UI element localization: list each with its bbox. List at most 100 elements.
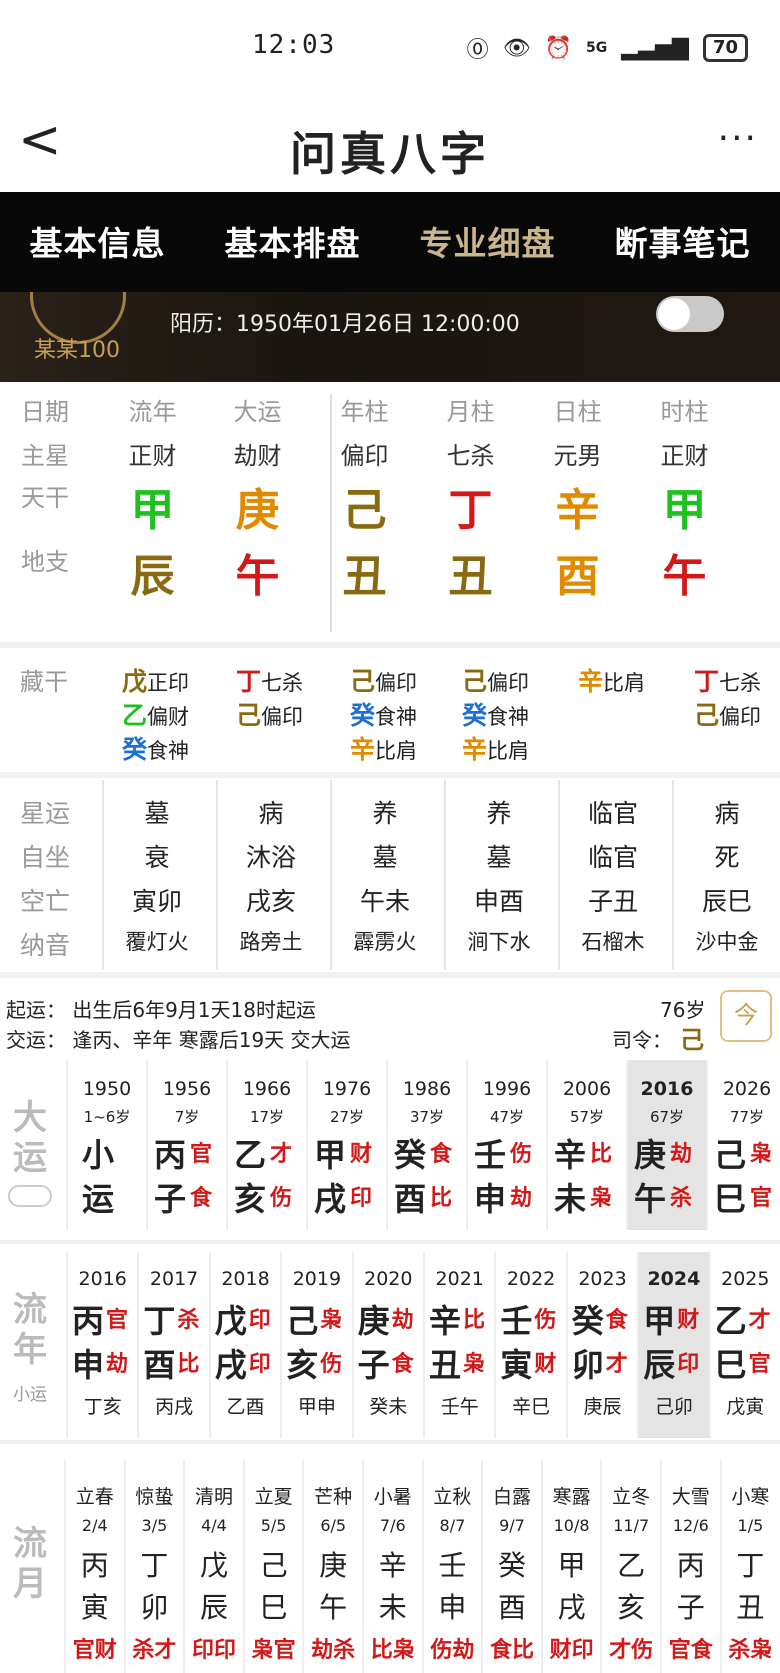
calendar-toggle[interactable]	[656, 296, 724, 332]
xiaoyun-ganzhi: 丁亥	[83, 1396, 122, 1418]
liuyue-item[interactable]: 惊蛰 3/5 丁卯杀才	[123, 1460, 184, 1673]
tiangan: 庚	[235, 485, 280, 536]
more-menu-button[interactable]: ···	[718, 118, 758, 159]
pillar-head: 年柱	[340, 398, 389, 426]
liuyue-item[interactable]: 大雪 12/6 丙子官食	[660, 1460, 720, 1673]
canggan-shishen: 比肩	[375, 739, 418, 763]
liunian-item[interactable]: 2020 庚子劫食癸未	[351, 1252, 423, 1438]
liuyue-section: 流月 立春 2/4 丙寅官财 惊蛰 3/5 丁卯杀才 清明 4/4 戊辰印印 立夏 5/5 己巳枭官芒…	[0, 1460, 780, 1673]
liuyue-item[interactable]: 立春 2/4 丙寅官财	[64, 1460, 124, 1673]
liunian-item[interactable]: 2022 壬寅伤财辛巳	[494, 1252, 565, 1438]
divider	[0, 642, 780, 648]
canggan-char: 己	[236, 701, 262, 730]
dayun-zhi-shishen: 劫	[510, 1186, 533, 1211]
column-divider	[330, 394, 332, 632]
dayun-year: 1976	[322, 1078, 372, 1100]
liuyue-gan: 乙	[617, 1549, 646, 1582]
liunian-item[interactable]: 2023 癸卯食才庚辰	[565, 1252, 637, 1438]
liuyue-item[interactable]: 立夏 5/5 己巳枭官	[242, 1460, 303, 1673]
liunian-gan: 壬	[500, 1302, 533, 1340]
detail-cell: 养	[372, 799, 398, 828]
pillar-head: 时柱	[660, 398, 709, 426]
dayun-gan: 甲	[314, 1136, 347, 1174]
liunian-year: 2018	[221, 1268, 270, 1290]
dayun-item[interactable]: 1956 7岁丙子官食	[146, 1060, 226, 1230]
canggan-char: 丁	[694, 667, 720, 696]
today-button[interactable]: 今	[720, 990, 772, 1042]
jieqi-name: 小寒	[731, 1486, 770, 1508]
liunian-gan-shishen: 枭	[320, 1308, 343, 1333]
dayun-item[interactable]: 2026 77岁己巳枭官	[706, 1060, 780, 1230]
liunian-item[interactable]: 2024 甲辰财印己卯	[637, 1252, 709, 1438]
dayun-zhi: 巳	[714, 1180, 747, 1218]
liunian-item[interactable]: 2018 戊戌印印乙酉	[208, 1252, 280, 1438]
liuyue-item[interactable]: 立冬 11/7 乙亥才伤	[600, 1460, 660, 1673]
detail-cell: 霹雳火	[353, 930, 417, 954]
dayun-gan-shishen: 财	[350, 1142, 373, 1167]
status-time: 12:03	[252, 30, 336, 60]
liunian-year: 2020	[364, 1268, 413, 1290]
divider	[0, 1240, 780, 1244]
row-label: 地支	[21, 548, 69, 576]
liuyue-item[interactable]: 白露 9/7 癸酉食比	[481, 1460, 541, 1673]
xiaoyun-ganzhi: 己卯	[654, 1396, 693, 1418]
liunian-year: 2021	[435, 1268, 484, 1290]
liuyue-gan: 丁	[736, 1549, 765, 1582]
dayun-zhi: 子	[154, 1180, 187, 1218]
liuyue-item[interactable]: 小寒 1/5 丁丑杀枭	[719, 1460, 780, 1673]
dayun-gan-shishen: 枭	[750, 1142, 773, 1167]
liunian-item[interactable]: 2021 辛丑比枭壬午	[423, 1252, 494, 1438]
dayun-item[interactable]: 2006 57岁辛未比枭	[546, 1060, 626, 1230]
canggan-item: 辛比肩	[350, 730, 417, 766]
liuyue-zhi: 亥	[617, 1591, 646, 1624]
dayun-item[interactable]: 2016 67岁庚午劫杀	[626, 1060, 706, 1230]
liuyue-item[interactable]: 小暑 7/6 辛未比枭	[362, 1460, 422, 1673]
liunian-gan: 甲	[643, 1302, 676, 1340]
liunian-gan-shishen: 伤	[534, 1308, 557, 1333]
dayun-item[interactable]: 1966 17岁乙亥才伤	[226, 1060, 306, 1230]
detail-cell: 衰	[144, 843, 170, 872]
tab-pro-chart[interactable]: 专业细盘	[390, 192, 585, 292]
liuyue-item[interactable]: 寒露 10/8 甲戌财印	[540, 1460, 601, 1673]
liuyue-item[interactable]: 立秋 8/7 壬申伤劫	[421, 1460, 482, 1673]
dayun-label: 大运	[13, 1098, 47, 1178]
dayun-gan: 小	[82, 1136, 115, 1174]
liunian-zhi: 亥	[286, 1346, 319, 1384]
liuyue-gan: 壬	[438, 1549, 467, 1582]
liuyue-item[interactable]: 清明 4/4 戊辰印印	[183, 1460, 243, 1673]
liuyue-zhi: 午	[319, 1591, 348, 1624]
liunian-item[interactable]: 2025 乙巳才官戊寅	[708, 1252, 780, 1438]
liuyue-shishen: 伤劫	[430, 1638, 475, 1663]
canggan-char: 丁	[236, 667, 262, 696]
dayun-item[interactable]: 1976 27岁甲戌财印	[306, 1060, 386, 1230]
siling-label: 司令：	[612, 1028, 672, 1052]
dayun-item[interactable]: 1950 1~6岁小运	[66, 1060, 146, 1230]
liuyue-zhi: 巳	[259, 1591, 288, 1624]
battery-icon: 70	[702, 34, 748, 62]
canggan-shishen: 食神	[147, 739, 190, 763]
liuyue-shishen: 印印	[191, 1638, 236, 1663]
detail-cell: 路旁土	[239, 930, 303, 954]
dayun-item[interactable]: 1996 47岁壬申伤劫	[466, 1060, 546, 1230]
dayun-item[interactable]: 1986 37岁癸酉食比	[386, 1060, 466, 1230]
liunian-item[interactable]: 2016 丙申官劫丁亥	[66, 1252, 137, 1438]
jieqi-date: 4/4	[201, 1516, 227, 1535]
dizhi: 辰	[130, 551, 175, 602]
tab-basic-chart[interactable]: 基本排盘	[195, 192, 390, 292]
pillar-head: 流年	[128, 398, 177, 426]
tab-notes[interactable]: 断事笔记	[585, 192, 780, 292]
liuyue-zhi: 未	[378, 1591, 407, 1624]
liunian-item[interactable]: 2019 己亥枭伤甲申	[280, 1252, 351, 1438]
canggan-item: 己偏印	[694, 696, 761, 732]
liuyue-item[interactable]: 芒种 6/5 庚午劫杀	[302, 1460, 362, 1673]
canggan-char: 己	[694, 701, 720, 730]
details-grid: 星运 自坐 空亡 纳音墓衰寅卯 覆灯火病沐浴 戌亥 路旁土养墓午未 霹雳火养墓申酉 涧下水 临官临…	[0, 780, 780, 970]
detail-cell: 沙中金	[695, 930, 759, 954]
canggan-label: 藏干	[20, 668, 68, 696]
liunian-zhi-shishen: 比	[177, 1352, 200, 1377]
liunian-item[interactable]: 2017 丁酉杀比丙戌	[137, 1252, 208, 1438]
top-tabs: 基本信息 基本排盘 专业细盘 断事笔记	[0, 192, 780, 292]
dayun-zhi: 申	[474, 1180, 507, 1218]
tab-basic-info[interactable]: 基本信息	[0, 192, 195, 292]
dayun-toggle[interactable]	[8, 1185, 52, 1207]
